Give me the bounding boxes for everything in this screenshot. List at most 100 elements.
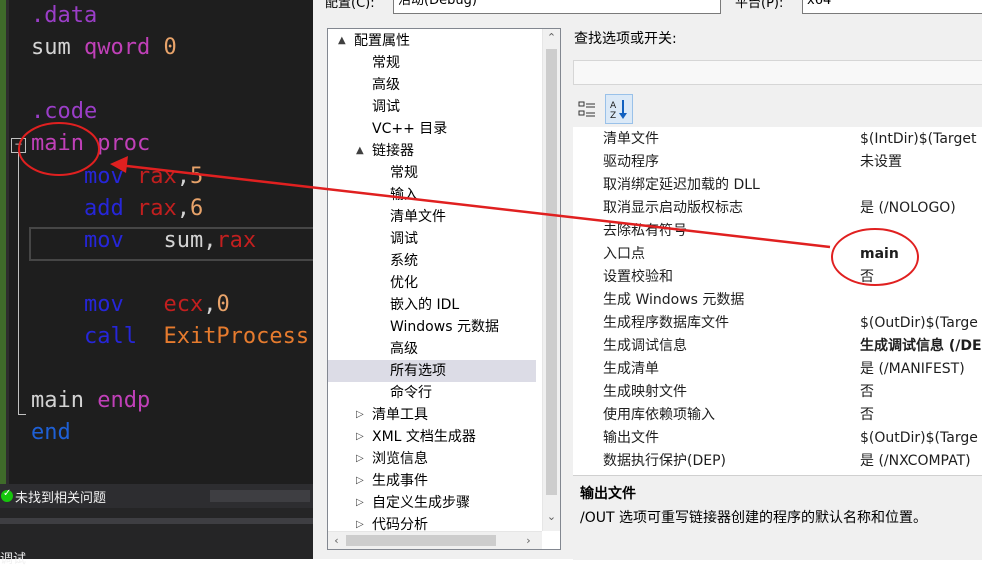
tree-scroll-thumb[interactable] [546, 49, 557, 495]
chevron-down-icon[interactable]: ⌄ [543, 508, 560, 525]
property-tree[interactable]: ▲ 配置属性 常规 高级 调试 VC++ 目录 ▲ 链接器 常规 输入 清单文件 调试 系统 优化 嵌入的 … [327, 28, 561, 550]
code-line[interactable]: end [31, 417, 71, 449]
tree-item-label: VC++ 目录 [372, 121, 448, 137]
property-name: 数据执行保护(DEP) [603, 453, 726, 469]
tree-item[interactable]: ▷ 浏览信息 [328, 448, 536, 470]
property-row[interactable]: 生成程序数据库文件 $(OutDir)$(Targe [573, 312, 982, 335]
tree-item[interactable]: ▷ 清单工具 [328, 404, 536, 426]
tree-item[interactable]: 调试 [328, 228, 536, 250]
tree-item[interactable]: 高级 [328, 74, 536, 96]
tree-item-label: 高级 [390, 341, 418, 357]
property-value[interactable]: 否 [860, 404, 874, 427]
tree-item[interactable]: 高级 [328, 338, 536, 360]
tree-item[interactable]: 清单文件 [328, 206, 536, 228]
expand-arrow-icon[interactable]: ▷ [356, 448, 364, 470]
tree-item[interactable]: Windows 元数据 [328, 316, 536, 338]
property-value[interactable]: $(IntDir)$(Target [860, 128, 976, 151]
chevron-right-icon[interactable]: › [520, 532, 537, 549]
property-row[interactable]: 数据执行保护(DEP) 是 (/NXCOMPAT) [573, 450, 982, 473]
code-line[interactable]: .data [31, 0, 97, 32]
collapse-arrow-icon[interactable]: ▲ [338, 30, 346, 52]
property-value[interactable]: 未设置 [860, 151, 902, 174]
code-line[interactable]: main proc [31, 128, 150, 160]
config-dropdown[interactable]: 活动(Debug) [393, 0, 721, 14]
property-row[interactable]: 生成映射文件 否 [573, 381, 982, 404]
property-grid[interactable]: 清单文件 $(IntDir)$(Target 驱动程序 未设置 取消绑定延迟加载的 DL… [573, 127, 982, 475]
property-row[interactable]: 去除私有符号 [573, 220, 982, 243]
property-row[interactable]: 生成 Windows 元数据 [573, 289, 982, 312]
tree-item[interactable]: 嵌入的 IDL [328, 294, 536, 316]
property-value[interactable]: $(OutDir)$(Targe [860, 312, 978, 335]
tree-item-label: 配置属性 [354, 33, 410, 49]
property-row[interactable]: 设置校验和 否 [573, 266, 982, 289]
tree-item[interactable]: 常规 [328, 52, 536, 74]
code-line[interactable]: mov ecx,0 [31, 289, 230, 321]
property-value[interactable]: 否 [860, 266, 874, 289]
code-line[interactable]: add rax,6 [31, 193, 203, 225]
categorized-button[interactable] [573, 94, 601, 124]
expand-arrow-icon[interactable]: ▷ [356, 404, 364, 426]
code-line[interactable]: main endp [31, 385, 150, 417]
expand-arrow-icon[interactable]: ▷ [356, 492, 364, 514]
tree-item-selected[interactable]: 所有选项 [328, 360, 536, 382]
code-line[interactable]: .code [31, 96, 97, 128]
property-name: 清单文件 [603, 131, 659, 147]
tree-item[interactable]: ▷ 生成事件 [328, 470, 536, 492]
property-value[interactable]: 是 (/NOLOGO) [860, 197, 956, 220]
tree-item[interactable]: 调试 [328, 96, 536, 118]
fold-toggle-icon[interactable]: − [11, 138, 26, 153]
property-value[interactable]: 否 [860, 381, 874, 404]
tree-item[interactable]: ▷ 自定义生成步骤 [328, 492, 536, 514]
debug-tab-label[interactable]: 调试 [0, 548, 26, 567]
code-token: sum, [163, 227, 217, 253]
tree-vertical-scrollbar[interactable]: ⌃ ⌄ [542, 29, 560, 531]
property-value[interactable]: $(OutDir)$(Targe [860, 427, 978, 450]
chevron-left-icon[interactable]: ‹ [328, 532, 345, 549]
property-row[interactable]: 清单文件 $(IntDir)$(Target [573, 128, 982, 151]
tree-horizontal-scrollbar[interactable]: ‹ › [328, 531, 542, 549]
property-value[interactable]: 是 (/MANIFEST) [860, 358, 965, 381]
check-icon [1, 488, 13, 502]
expand-arrow-icon[interactable]: ▷ [356, 470, 364, 492]
expand-arrow-icon[interactable]: ▷ [356, 426, 364, 448]
code-token: .data [31, 3, 98, 28]
tree-item[interactable]: ▲ 链接器 [328, 140, 536, 162]
property-row[interactable]: 入口点 main [573, 243, 982, 266]
code-line[interactable]: mov sum,rax [31, 225, 256, 257]
tree-item[interactable]: 优化 [328, 272, 536, 294]
tree-hscroll-thumb[interactable] [346, 535, 496, 546]
tree-item[interactable]: 命令行 [328, 382, 536, 404]
editor-horizontal-scrollbar[interactable] [210, 490, 310, 502]
tree-item[interactable]: VC++ 目录 [328, 118, 536, 140]
search-input[interactable] [573, 60, 982, 85]
code-editor[interactable]: − .data sum qword 0 .code main proc mov rax… [0, 0, 313, 484]
tree-item[interactable]: 系统 [328, 250, 536, 272]
chevron-up-icon[interactable]: ⌃ [543, 29, 560, 46]
property-row[interactable]: 使用库依赖项输入 否 [573, 404, 982, 427]
alphabetical-button[interactable]: A Z [605, 94, 633, 124]
property-row[interactable]: 输出文件 $(OutDir)$(Targe [573, 427, 982, 450]
tree-item[interactable]: 常规 [328, 162, 536, 184]
platform-dropdown[interactable]: x64 [802, 0, 982, 14]
issues-status-text: 未找到相关问题 [15, 491, 107, 506]
code-line[interactable]: sum qword 0 [31, 32, 177, 64]
search-label: 查找选项或开关: [574, 31, 677, 47]
code-token: .code [31, 99, 98, 125]
code-token: 0 [216, 291, 230, 317]
property-value[interactable]: 生成调试信息 (/DE [860, 335, 982, 358]
code-line[interactable]: call ExitProcess [31, 321, 309, 353]
property-row[interactable]: 取消显示启动版权标志 是 (/NOLOGO) [573, 197, 982, 220]
tree-item-label: 系统 [390, 253, 418, 269]
property-value[interactable]: 是 (/NXCOMPAT) [860, 450, 971, 473]
property-row[interactable]: 取消绑定延迟加载的 DLL [573, 174, 982, 197]
property-value[interactable]: main [860, 243, 899, 266]
tree-item[interactable]: ▷ XML 文档生成器 [328, 426, 536, 448]
collapse-arrow-icon[interactable]: ▲ [356, 140, 364, 162]
code-line[interactable]: mov rax,5 [31, 161, 203, 193]
property-row[interactable]: 生成清单 是 (/MANIFEST) [573, 358, 982, 381]
tree-item[interactable]: 输入 [328, 184, 536, 206]
property-row[interactable]: 生成调试信息 生成调试信息 (/DE [573, 335, 982, 358]
tree-item-label: 常规 [372, 55, 400, 71]
property-row[interactable]: 驱动程序 未设置 [573, 151, 982, 174]
tree-item[interactable]: ▲ 配置属性 [328, 30, 536, 52]
